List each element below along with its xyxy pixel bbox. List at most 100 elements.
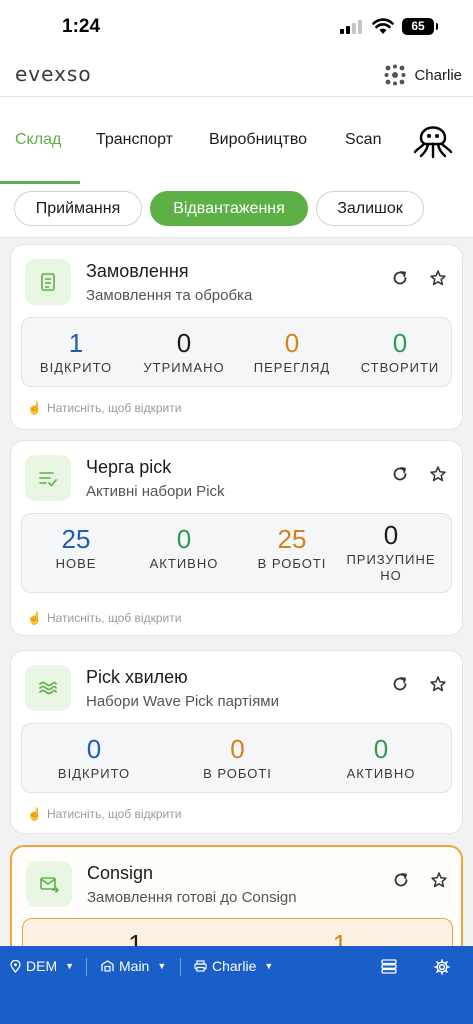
warehouse-icon (101, 960, 114, 972)
bottom-bar: DEM ▼ Main ▼ Charlie ▼ (0, 946, 473, 1024)
tab-transport[interactable]: Транспорт (96, 131, 173, 149)
stat-label: ВІДКРИТО (57, 766, 131, 781)
stat-value: 0 (284, 328, 300, 358)
warehouse-selector[interactable]: Main ▼ (101, 958, 166, 974)
chevron-down-icon: ▼ (157, 961, 167, 971)
stat-label: В РОБОТІ (257, 556, 327, 571)
tap-hint-text: Натисніть, щоб відкрити (46, 611, 182, 625)
stat-label: НОВЕ (55, 556, 97, 571)
stats-row: 0 ВІДКРИТО 0 В РОБОТІ 0 АКТИВНО (21, 723, 452, 793)
stat-label: УТРИМАНО (143, 360, 225, 375)
location-selector[interactable]: DEM ▼ (10, 958, 74, 974)
stat-active[interactable]: 0 АКТИВНО (309, 724, 453, 782)
stat-new[interactable]: 25 НОВЕ (22, 514, 130, 572)
stat-label: ПЕРЕГЛЯД (253, 360, 331, 375)
document-icon (25, 259, 71, 305)
stat-held[interactable]: 0 УТРИМАНО (130, 318, 238, 376)
stat-paused[interactable]: 0 ПРИЗУПИНЕНО (342, 514, 440, 584)
tap-icon: ☝ (27, 401, 42, 415)
printer-user-label: Charlie (212, 958, 257, 974)
status-time: 1:24 (62, 16, 101, 37)
stat-value: 0 (176, 328, 192, 358)
database-icon[interactable] (381, 959, 397, 974)
stat-in-progress[interactable]: 0 В РОБОТІ (166, 724, 309, 782)
gear-icon[interactable] (434, 959, 450, 975)
network-icon (384, 64, 406, 86)
card-subtitle: Замовлення готові до Consign (87, 889, 297, 906)
stat-create[interactable]: 0 СТВОРИТИ (346, 318, 454, 376)
tap-hint: ☝ Натисніть, щоб відкрити (27, 807, 181, 821)
star-icon[interactable] (430, 871, 448, 889)
card-subtitle: Замовлення та обробка (86, 287, 253, 304)
divider (86, 958, 87, 976)
location-pin-icon (10, 959, 21, 973)
chevron-down-icon: ▼ (65, 961, 75, 971)
stat-value: 0 (230, 734, 245, 764)
tap-hint-text: Натисніть, щоб відкрити (46, 401, 182, 415)
tap-icon: ☝ (27, 611, 42, 625)
printer-user-selector[interactable]: Charlie ▼ (194, 958, 273, 974)
star-icon[interactable] (429, 465, 447, 483)
segment-bar: Приймання Відвантаження Залишок (0, 184, 473, 238)
tab-warehouse[interactable]: Склад (15, 131, 61, 149)
card-title: Pick хвилею (86, 667, 188, 687)
cellular-signal-icon (340, 20, 362, 34)
tap-hint: ☝ Натисніть, щоб відкрити (27, 401, 181, 415)
warehouse-label: Main (119, 958, 150, 974)
refresh-icon[interactable] (391, 269, 409, 287)
stats-row: 25 НОВЕ 0 АКТИВНО 25 В РОБОТІ 0 ПРИЗУПИНЕНО (21, 513, 452, 593)
stat-label: ПРИЗУПИНЕНО (346, 552, 436, 583)
app-logo: evexso (15, 62, 92, 86)
printer-icon (194, 960, 207, 972)
card-pick-queue[interactable]: Черга pick Активні набори Pick 25 НОВЕ 0 А… (10, 440, 463, 636)
user-name: Charlie (414, 66, 462, 84)
card-title: Замовлення (86, 261, 189, 281)
card-subtitle: Набори Wave Pick партіями (86, 693, 279, 710)
segment-receiving[interactable]: Приймання (14, 191, 142, 226)
divider (180, 958, 181, 976)
list-check-icon (25, 455, 71, 501)
tap-hint: ☝ Натисніть, щоб відкрити (27, 611, 181, 625)
star-icon[interactable] (429, 269, 447, 287)
stat-value: 25 (61, 524, 91, 554)
card-title: Consign (87, 863, 154, 883)
segment-shipping[interactable]: Відвантаження (150, 191, 308, 226)
user-menu[interactable]: Charlie (384, 64, 462, 86)
mail-export-icon (26, 861, 72, 907)
card-title: Черга pick (86, 457, 172, 477)
card-wave-pick[interactable]: Pick хвилею Набори Wave Pick партіями 0 В… (10, 650, 463, 834)
card-orders[interactable]: Замовлення Замовлення та обробка 1 ВІДКРИ… (10, 244, 463, 430)
main-tabs: Склад Транспорт Виробництво Scan (0, 97, 473, 184)
stat-value: 0 (373, 734, 389, 764)
stat-value: 1 (68, 328, 84, 358)
tap-hint-text: Натисніть, щоб відкрити (46, 807, 182, 821)
star-icon[interactable] (429, 675, 447, 693)
segment-stock[interactable]: Залишок (316, 191, 424, 226)
stat-open[interactable]: 1 ВІДКРИТО (22, 318, 130, 376)
refresh-icon[interactable] (392, 871, 410, 889)
battery-icon: 65 (402, 18, 438, 35)
refresh-icon[interactable] (391, 465, 409, 483)
chevron-down-icon: ▼ (264, 961, 274, 971)
stat-active[interactable]: 0 АКТИВНО (130, 514, 238, 572)
tab-scan[interactable]: Scan (345, 131, 381, 149)
stats-row: 1 ВІДКРИТО 0 УТРИМАНО 0 ПЕРЕГЛЯД 0 СТВОРИТИ (21, 317, 452, 387)
stat-in-progress[interactable]: 25 В РОБОТІ (238, 514, 346, 572)
refresh-icon[interactable] (391, 675, 409, 693)
app-header: evexso Charlie (0, 56, 473, 97)
octopus-mascot-icon[interactable] (412, 118, 454, 160)
wifi-icon (372, 18, 394, 34)
stat-value: 25 (277, 524, 307, 554)
stat-value: 0 (176, 524, 192, 554)
stat-label: АКТИВНО (149, 556, 219, 571)
stat-value: 0 (392, 328, 408, 358)
stat-label: АКТИВНО (346, 766, 416, 781)
waves-icon (25, 665, 71, 711)
stat-label: В РОБОТІ (203, 766, 272, 781)
tab-production[interactable]: Виробництво (209, 131, 307, 149)
stat-label: СТВОРИТИ (360, 360, 440, 375)
stat-open[interactable]: 0 ВІДКРИТО (22, 724, 166, 782)
status-bar: 1:24 65 (0, 0, 473, 56)
tap-icon: ☝ (27, 807, 42, 821)
stat-review[interactable]: 0 ПЕРЕГЛЯД (238, 318, 346, 376)
